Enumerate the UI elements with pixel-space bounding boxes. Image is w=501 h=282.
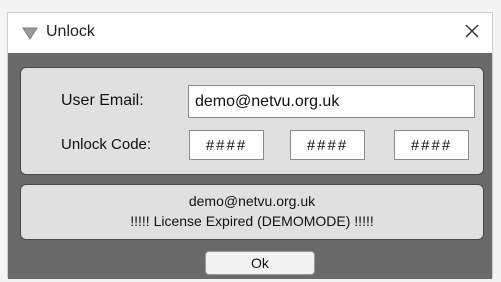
status-email: demo@netvu.org.uk [188, 193, 316, 209]
unlock-code-label: Unlock Code: [61, 136, 152, 153]
close-icon [465, 24, 479, 43]
dialog-body: User Email: Unlock Code: demo@netvu.org.… [8, 53, 492, 279]
close-button[interactable] [458, 19, 486, 47]
ok-button[interactable]: Ok [205, 251, 315, 275]
unlock-form-panel: User Email: Unlock Code: [20, 67, 484, 175]
title-bar[interactable]: Unlock [8, 13, 492, 53]
window-title: Unlock [46, 23, 95, 40]
email-field[interactable] [188, 85, 475, 118]
unlock-code-field-3[interactable] [394, 130, 469, 160]
license-status-message: !!!!! License Expired (DEMOMODE) !!!!! [130, 213, 374, 229]
unlock-code-field-2[interactable] [290, 130, 365, 160]
email-label: User Email: [61, 92, 144, 109]
unlock-dialog: Unlock User Email: Unlock Code: demo@net… [7, 12, 493, 279]
unlock-code-field-1[interactable] [189, 130, 264, 160]
chevron-down-icon [22, 26, 38, 40]
license-status-panel: demo@netvu.org.uk !!!!! License Expired … [20, 184, 484, 240]
